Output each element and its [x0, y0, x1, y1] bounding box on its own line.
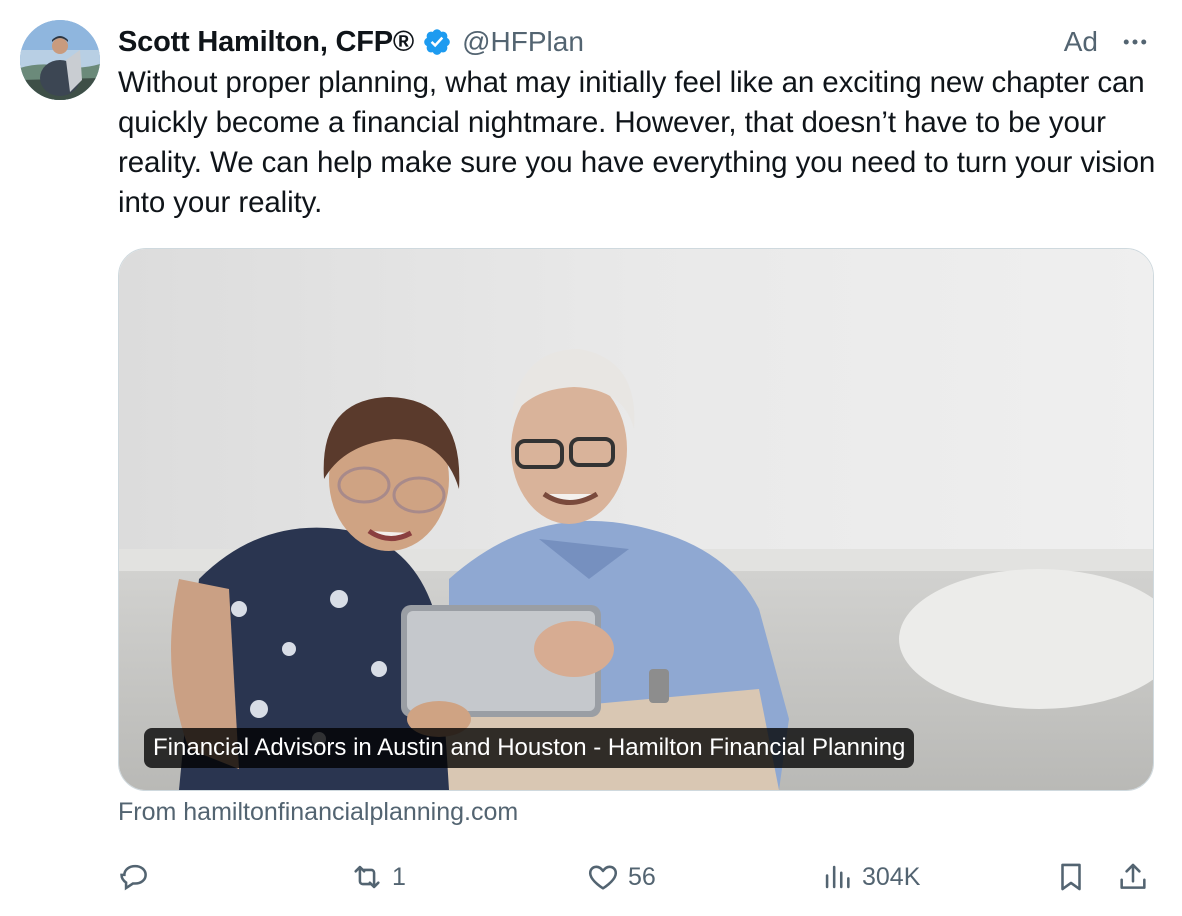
reply-icon — [120, 864, 147, 891]
repost-button[interactable]: 1 — [350, 855, 406, 899]
tweet-header: Scott Hamilton, CFP® @HFPlan Ad — [118, 22, 1152, 62]
share-button[interactable] — [1116, 855, 1150, 899]
more-dots-icon — [1123, 39, 1147, 45]
author-handle[interactable]: @HFPlan — [462, 26, 584, 58]
views-count: 304K — [862, 862, 921, 891]
avatar[interactable] — [20, 20, 100, 100]
more-options-button[interactable] — [1118, 25, 1152, 59]
reply-button[interactable] — [118, 855, 160, 899]
ad-label: Ad — [1063, 26, 1098, 57]
verified-badge-icon[interactable] — [422, 27, 452, 57]
like-count: 56 — [628, 862, 656, 891]
card-source-link[interactable]: From hamiltonfinancialplanning.com — [118, 798, 518, 827]
card-title: Financial Advisors in Austin and Houston… — [144, 728, 915, 768]
card-image — [119, 249, 1153, 790]
like-button[interactable]: 56 — [586, 855, 656, 899]
link-card[interactable]: Financial Advisors in Austin and Houston… — [118, 248, 1154, 791]
heart-icon — [588, 865, 618, 890]
bookmark-button[interactable] — [1054, 855, 1088, 899]
tweet-text: Without proper planning, what may initia… — [118, 66, 1156, 219]
tweet: Scott Hamilton, CFP® @HFPlan Ad Without … — [0, 0, 1182, 916]
action-bar: 1 56 304K — [118, 855, 1158, 899]
author-display-name[interactable]: Scott Hamilton, CFP® — [118, 26, 414, 59]
views-button[interactable]: 304K — [820, 855, 920, 899]
share-icon — [1120, 863, 1146, 889]
views-chart-icon — [825, 865, 850, 889]
bookmark-icon — [1061, 863, 1081, 891]
repost-count: 1 — [392, 862, 406, 891]
repost-icon — [354, 865, 380, 889]
